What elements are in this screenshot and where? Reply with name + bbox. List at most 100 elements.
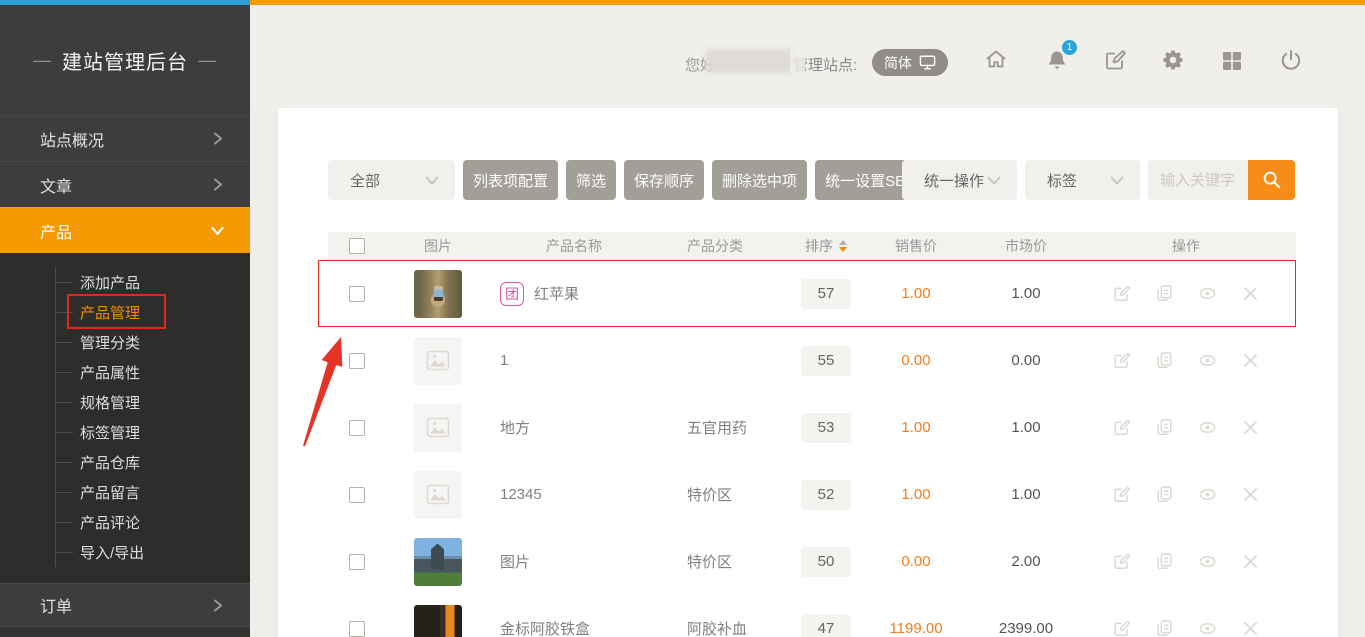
search-input[interactable] bbox=[1148, 160, 1248, 200]
copy-icon[interactable] bbox=[1155, 619, 1174, 637]
tag-dropdown-value: 标签 bbox=[1047, 170, 1077, 191]
logout-power-icon[interactable] bbox=[1279, 48, 1303, 72]
compose-icon[interactable] bbox=[1103, 48, 1127, 72]
select-all-checkbox[interactable] bbox=[349, 238, 365, 254]
settings-gear-icon[interactable] bbox=[1161, 48, 1185, 72]
sidebar-item-orders[interactable]: 订单 bbox=[0, 583, 250, 627]
copy-icon[interactable] bbox=[1155, 485, 1174, 504]
submenu-item-product-messages[interactable]: 产品留言 bbox=[56, 477, 250, 507]
sale-price: 1.00 bbox=[856, 486, 976, 503]
delete-x-icon[interactable] bbox=[1241, 552, 1260, 571]
view-eye-icon[interactable] bbox=[1198, 418, 1217, 437]
col-header-sale-price: 销售价 bbox=[856, 236, 976, 256]
save-order-button[interactable]: 保存顺序 bbox=[624, 160, 704, 200]
batch-action-dropdown[interactable]: 统一操作 bbox=[902, 160, 1017, 200]
edit-icon[interactable] bbox=[1112, 418, 1131, 437]
sidebar-item-articles[interactable]: 文章 bbox=[0, 161, 250, 207]
delete-x-icon[interactable] bbox=[1241, 485, 1260, 504]
submenu-item-product-comments[interactable]: 产品评论 bbox=[56, 507, 250, 537]
apps-grid-icon[interactable] bbox=[1220, 49, 1244, 73]
chevron-right-icon bbox=[211, 178, 224, 191]
submenu-item-label: 导入/导出 bbox=[80, 542, 144, 563]
sale-price: 0.00 bbox=[856, 352, 976, 369]
product-image[interactable] bbox=[414, 605, 462, 637]
submenu-item-label: 产品评论 bbox=[80, 512, 140, 533]
sort-desc-icon[interactable] bbox=[839, 247, 847, 252]
delete-selected-button[interactable]: 删除选中项 bbox=[712, 160, 807, 200]
product-image[interactable] bbox=[414, 404, 462, 452]
sort-value[interactable]: 52 bbox=[801, 480, 851, 510]
col-header-category: 产品分类 bbox=[676, 236, 796, 256]
products-submenu: 添加产品 产品管理 管理分类 产品属性 规格管理 标签管理 产品仓库 产品留言 … bbox=[0, 253, 250, 583]
sort-value[interactable]: 53 bbox=[801, 413, 851, 443]
product-name: 金标阿胶铁盒 bbox=[500, 618, 590, 637]
copy-icon[interactable] bbox=[1155, 351, 1174, 370]
edit-icon[interactable] bbox=[1112, 552, 1131, 571]
table-row: 地方 五官用药 53 1.00 1.00 bbox=[328, 394, 1296, 461]
language-switch-button[interactable]: 简体 bbox=[872, 49, 948, 76]
view-eye-icon[interactable] bbox=[1198, 619, 1217, 637]
sidebar-menu-bottom: 订单 bbox=[0, 583, 250, 627]
redaction-smudge bbox=[790, 49, 805, 74]
product-image[interactable] bbox=[414, 471, 462, 519]
chevron-down-icon bbox=[425, 176, 439, 185]
view-eye-icon[interactable] bbox=[1198, 351, 1217, 370]
category-filter-dropdown[interactable]: 全部 bbox=[328, 160, 455, 200]
view-eye-icon[interactable] bbox=[1198, 485, 1217, 504]
sort-toggle[interactable] bbox=[839, 240, 847, 252]
sidebar-item-products[interactable]: 产品 bbox=[0, 207, 250, 253]
delete-x-icon[interactable] bbox=[1241, 619, 1260, 637]
chevron-down-icon bbox=[211, 224, 224, 237]
submenu-item-import-export[interactable]: 导入/导出 bbox=[56, 537, 250, 567]
sort-value[interactable]: 50 bbox=[801, 547, 851, 577]
product-name: 地方 bbox=[500, 417, 530, 438]
sort-value[interactable]: 55 bbox=[801, 346, 851, 376]
row-checkbox[interactable] bbox=[349, 353, 365, 369]
product-image[interactable] bbox=[414, 337, 462, 385]
submenu-item-category-management[interactable]: 管理分类 bbox=[56, 327, 250, 357]
submenu-item-label: 产品留言 bbox=[80, 482, 140, 503]
copy-icon[interactable] bbox=[1155, 284, 1174, 303]
view-eye-icon[interactable] bbox=[1198, 552, 1217, 571]
product-name: 图片 bbox=[500, 551, 530, 572]
submenu-item-label: 标签管理 bbox=[80, 422, 140, 443]
monitor-icon bbox=[919, 55, 936, 70]
admin-app: — 建站管理后台 — 站点概况 文章 产品 添加产品 产品管理 管理分类 产品属… bbox=[0, 0, 1365, 637]
edit-icon[interactable] bbox=[1112, 284, 1131, 303]
copy-icon[interactable] bbox=[1155, 552, 1174, 571]
home-icon[interactable] bbox=[984, 47, 1008, 71]
submenu-item-tag-management[interactable]: 标签管理 bbox=[56, 417, 250, 447]
table-row: 团 红苹果 57 1.00 1.00 bbox=[328, 260, 1296, 327]
row-checkbox[interactable] bbox=[349, 487, 365, 503]
sort-value[interactable]: 57 bbox=[801, 279, 851, 309]
submenu-item-product-attributes[interactable]: 产品属性 bbox=[56, 357, 250, 387]
submenu-item-add-product[interactable]: 添加产品 bbox=[56, 267, 250, 297]
filter-button[interactable]: 筛选 bbox=[566, 160, 616, 200]
product-image[interactable] bbox=[414, 538, 462, 586]
sort-asc-icon[interactable] bbox=[839, 240, 847, 245]
edit-icon[interactable] bbox=[1112, 351, 1131, 370]
copy-icon[interactable] bbox=[1155, 418, 1174, 437]
product-image[interactable] bbox=[414, 270, 462, 318]
batch-action-value: 统一操作 bbox=[924, 170, 984, 191]
delete-x-icon[interactable] bbox=[1241, 351, 1260, 370]
submenu-item-product-management[interactable]: 产品管理 bbox=[56, 297, 250, 327]
edit-icon[interactable] bbox=[1112, 485, 1131, 504]
row-checkbox[interactable] bbox=[349, 621, 365, 637]
submenu-item-product-warehouse[interactable]: 产品仓库 bbox=[56, 447, 250, 477]
edit-icon[interactable] bbox=[1112, 619, 1131, 637]
row-checkbox[interactable] bbox=[349, 286, 365, 302]
list-config-button[interactable]: 列表项配置 bbox=[463, 160, 558, 200]
sort-value[interactable]: 47 bbox=[801, 614, 851, 637]
sidebar-item-site-overview[interactable]: 站点概况 bbox=[0, 115, 250, 161]
view-eye-icon[interactable] bbox=[1198, 284, 1217, 303]
delete-x-icon[interactable] bbox=[1241, 284, 1260, 303]
submenu-item-spec-management[interactable]: 规格管理 bbox=[56, 387, 250, 417]
submenu-item-label: 添加产品 bbox=[80, 272, 140, 293]
delete-x-icon[interactable] bbox=[1241, 418, 1260, 437]
tag-dropdown[interactable]: 标签 bbox=[1025, 160, 1140, 200]
product-category: 特价区 bbox=[676, 484, 796, 505]
row-checkbox[interactable] bbox=[349, 420, 365, 436]
row-checkbox[interactable] bbox=[349, 554, 365, 570]
search-button[interactable] bbox=[1248, 160, 1295, 200]
